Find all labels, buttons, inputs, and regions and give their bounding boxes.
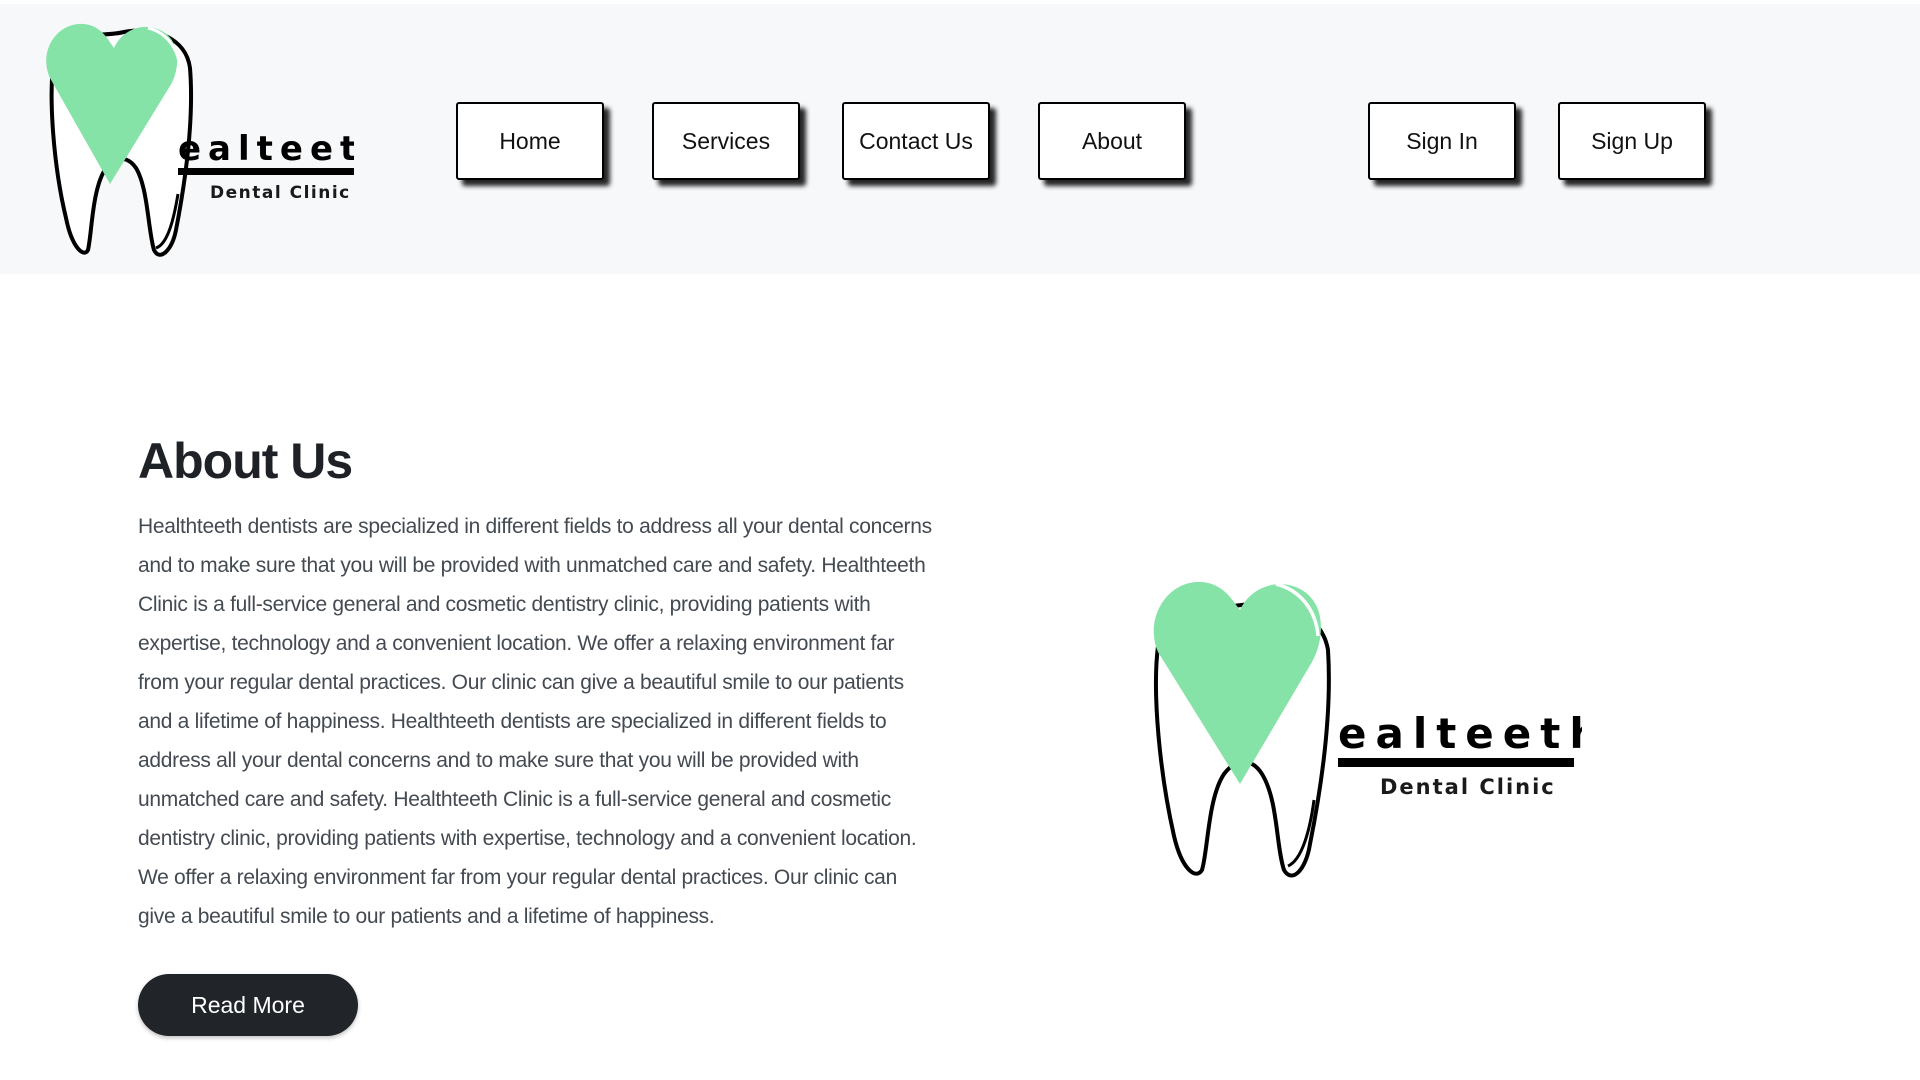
nav-services-button[interactable]: Services <box>652 102 800 180</box>
about-description: Healthteeth dentists are specialized in … <box>138 515 932 928</box>
nav-contact-us-button[interactable]: Contact Us <box>842 102 990 180</box>
logo-underline <box>178 168 354 175</box>
read-more-button[interactable]: Read More <box>138 974 358 1036</box>
nav-about-button[interactable]: About <box>1038 102 1186 180</box>
clinic-logo[interactable]: ealteeth Dental Clinic <box>44 18 354 264</box>
logo-subtitle-text: Dental Clinic <box>1380 775 1556 799</box>
logo-subtitle-text: Dental Clinic <box>210 183 351 203</box>
sign-up-button[interactable]: Sign Up <box>1558 102 1706 180</box>
nav-home-button[interactable]: Home <box>456 102 604 180</box>
logo-name-text: ealteeth <box>178 129 354 169</box>
sign-in-button[interactable]: Sign In <box>1368 102 1516 180</box>
clinic-logo-large: ealteeth Dental Clinic <box>1153 581 1582 878</box>
logo-name-text: ealteeth <box>1338 709 1582 758</box>
logo-underline <box>1338 758 1574 767</box>
about-title: About Us <box>138 433 353 489</box>
site-header: ealteeth Dental Clinic Home Services Con… <box>0 4 1920 274</box>
